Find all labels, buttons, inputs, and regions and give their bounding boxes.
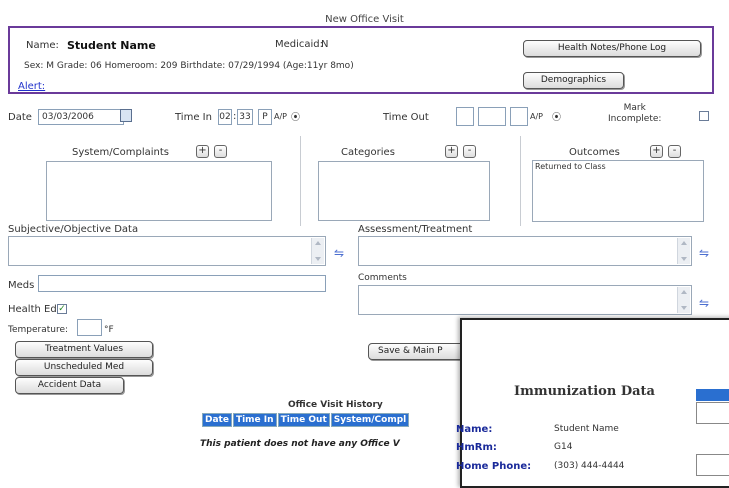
time-in-label: Time In: [175, 112, 212, 123]
categories-label: Categories: [341, 147, 395, 158]
medicaid-value: N: [321, 39, 329, 50]
add-system-complaint-button[interactable]: +: [196, 145, 209, 158]
immunization-table-cell-2: [696, 454, 729, 476]
student-info-panel: Name: Student Name Medicaid: N Sex: M Gr…: [8, 26, 714, 94]
immunization-table-cell: [696, 402, 729, 424]
add-outcome-button[interactable]: +: [650, 145, 663, 158]
alert-link[interactable]: Alert:: [18, 81, 45, 92]
time-in-minute[interactable]: 33: [237, 109, 253, 125]
meds-input[interactable]: [38, 275, 326, 292]
meds-label: Meds: [8, 280, 35, 291]
immunization-phone-label: Home Phone:: [456, 461, 532, 472]
mark-incomplete-label: Mark Incomplete:: [608, 103, 662, 124]
student-details: Sex: M Grade: 06 Homeroom: 209 Birthdate…: [24, 61, 354, 71]
immunization-name-label: Name:: [456, 424, 493, 435]
remove-category-button[interactable]: -: [463, 145, 476, 158]
remove-system-complaint-button[interactable]: -: [214, 145, 227, 158]
history-table: Date Time In Time Out System/Compl: [201, 412, 410, 428]
time-in-ampm-hint: A/P: [274, 112, 287, 121]
subjective-spellcheck-icon[interactable]: ⇋: [334, 246, 344, 260]
immunization-name-value: Student Name: [554, 424, 619, 434]
system-complaints-label: System/Complaints: [72, 147, 170, 158]
time-out-hour[interactable]: [456, 107, 474, 126]
health-notes-button[interactable]: Health Notes/Phone Log: [523, 40, 701, 57]
immunization-hmrm-value: G14: [554, 442, 573, 452]
student-name: Student Name: [67, 39, 156, 52]
assessment-textarea[interactable]: [358, 236, 692, 266]
time-out-help-icon[interactable]: ⦿: [552, 110, 561, 123]
assessment-spellcheck-icon[interactable]: ⇋: [699, 246, 709, 260]
system-complaints-list[interactable]: [46, 161, 272, 221]
immunization-title: Immunization Data: [514, 384, 655, 399]
page-title: New Office Visit: [325, 14, 404, 25]
comments-textarea[interactable]: [358, 285, 692, 315]
accident-data-button[interactable]: Accident Data: [15, 377, 124, 394]
subjective-label: Subjective/Objective Data: [8, 224, 139, 235]
time-out-ampm-hint: A/P: [530, 112, 543, 121]
time-in-ampm[interactable]: P: [258, 109, 272, 125]
subjective-textarea[interactable]: [8, 236, 326, 266]
unscheduled-med-button[interactable]: Unscheduled Med: [15, 359, 153, 376]
add-category-button[interactable]: +: [445, 145, 458, 158]
health-ed-label: Health Ed:: [8, 304, 61, 315]
immunization-phone-value: (303) 444-4444: [554, 461, 625, 471]
date-field[interactable]: 03/03/2006: [38, 109, 124, 125]
time-in-hour[interactable]: 02: [218, 109, 232, 125]
time-out-minute[interactable]: [478, 107, 506, 126]
save-main-button[interactable]: Save & Main P: [368, 343, 465, 360]
outcomes-list[interactable]: Returned to Class: [532, 160, 704, 222]
subjective-scrollbar[interactable]: [311, 238, 324, 264]
outcomes-label: Outcomes: [569, 147, 620, 158]
time-in-help-icon[interactable]: ⦿: [291, 110, 300, 123]
history-col-system[interactable]: System/Compl: [330, 413, 410, 427]
health-ed-checkbox[interactable]: ✓: [57, 304, 67, 314]
name-label: Name:: [26, 40, 59, 51]
categories-list[interactable]: [318, 161, 490, 221]
comments-spellcheck-icon[interactable]: ⇋: [699, 296, 709, 310]
temperature-unit: °F: [104, 325, 114, 335]
history-empty-message: This patient does not have any Office V: [200, 439, 400, 449]
temperature-input[interactable]: [77, 319, 102, 336]
history-title: Office Visit History: [288, 400, 383, 410]
mark-incomplete-checkbox[interactable]: [699, 111, 709, 121]
comments-scrollbar[interactable]: [677, 287, 690, 313]
outcome-item[interactable]: Returned to Class: [533, 161, 703, 172]
history-col-time-out[interactable]: Time Out: [277, 413, 330, 427]
immunization-popup: Immunization Data Name: Student Name HmR…: [456, 318, 729, 488]
assessment-label: Assessment/Treatment: [358, 224, 473, 235]
history-col-date[interactable]: Date: [202, 413, 232, 427]
temperature-label: Temperature:: [8, 325, 69, 335]
remove-outcome-button[interactable]: -: [668, 145, 681, 158]
comments-label: Comments: [358, 273, 407, 283]
assessment-scrollbar[interactable]: [677, 238, 690, 264]
demographics-button[interactable]: Demographics: [523, 72, 624, 89]
time-out-ampm[interactable]: [510, 107, 528, 126]
calendar-icon[interactable]: [120, 109, 132, 122]
history-col-time-in[interactable]: Time In: [232, 413, 277, 427]
date-label: Date: [8, 112, 32, 123]
immunization-hmrm-label: HmRm:: [456, 442, 497, 453]
treatment-values-button[interactable]: Treatment Values: [15, 341, 153, 358]
immunization-table-header: [696, 389, 729, 401]
time-out-label: Time Out: [383, 112, 429, 123]
medicaid-label: Medicaid:: [275, 39, 324, 50]
